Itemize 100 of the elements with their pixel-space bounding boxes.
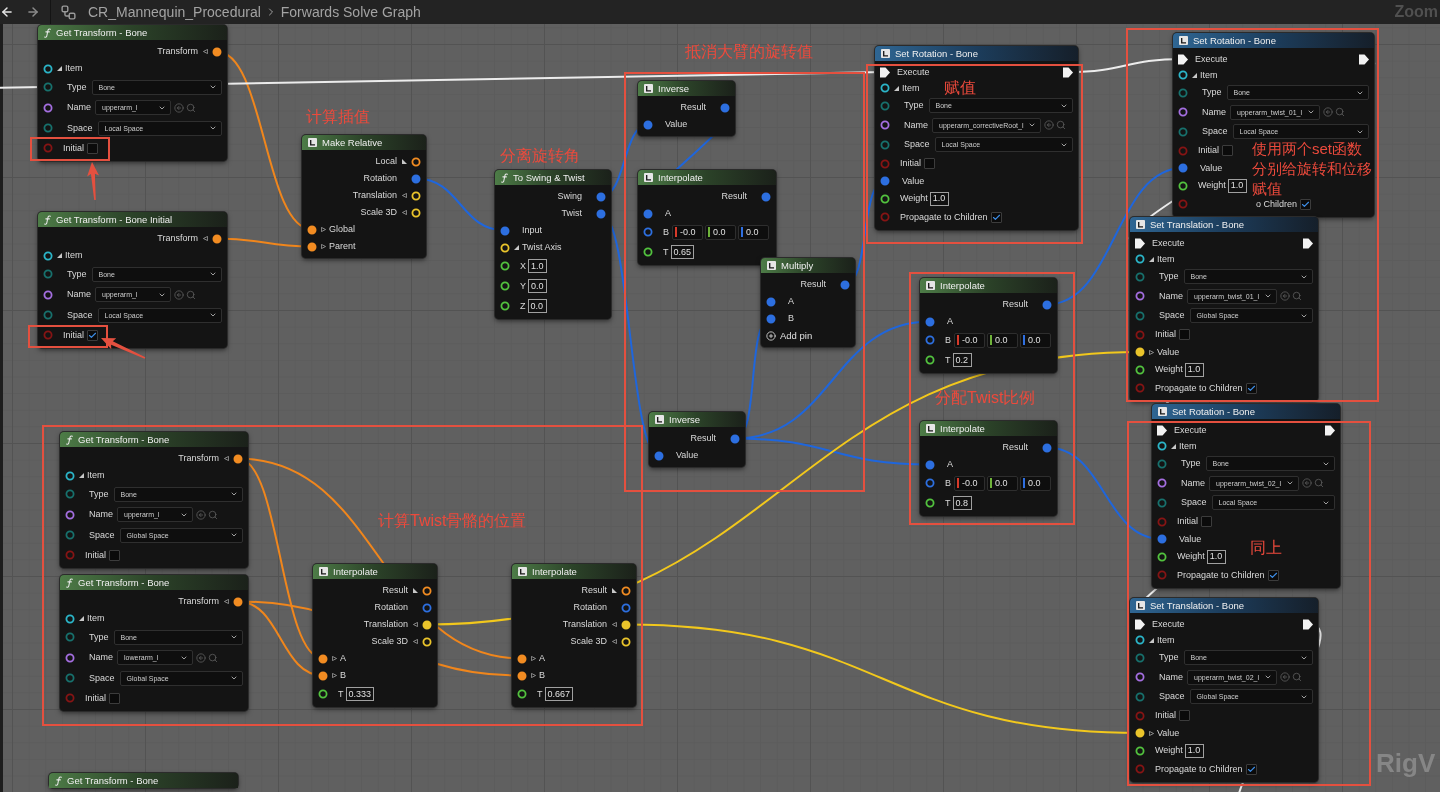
collapsed-arrow-icon[interactable]	[223, 599, 229, 604]
filled-pin-icon[interactable]	[318, 653, 328, 664]
collapsed-arrow-icon[interactable]	[611, 622, 617, 627]
expanded-arrow-icon[interactable]	[56, 253, 62, 258]
filled-pin-icon[interactable]	[233, 453, 243, 464]
collapsed-arrow-icon[interactable]	[401, 193, 407, 198]
breadcrumb-link[interactable]: CR_Mannequin_Procedural	[88, 5, 261, 19]
number-field[interactable]: 0.0	[527, 299, 547, 313]
expanded-arrow-icon[interactable]	[401, 159, 407, 164]
hollow-pin-icon[interactable]	[65, 509, 75, 520]
collapsed-arrow-icon[interactable]	[320, 244, 326, 249]
filled-pin-icon[interactable]	[517, 653, 527, 664]
number-field[interactable]: 0.65	[670, 245, 695, 259]
hollow-pin-icon[interactable]	[500, 261, 510, 271]
filled-pin-icon[interactable]	[318, 670, 328, 681]
filled-pin-icon[interactable]	[307, 241, 317, 252]
exec-pin-icon[interactable]	[1325, 424, 1335, 436]
hollow-pin-icon[interactable]	[880, 120, 890, 131]
expanded-arrow-icon[interactable]	[611, 588, 617, 593]
breadcrumb-link[interactable]: Forwards Solve Graph	[280, 5, 421, 19]
add-pin-button[interactable]: Add pin	[766, 330, 813, 341]
number-field[interactable]: 0.0	[987, 475, 1018, 491]
graph-node[interactable]: Get Transform - Bone	[49, 773, 238, 788]
collapsed-arrow-icon[interactable]	[331, 673, 337, 678]
graph-canvas[interactable]	[0, 24, 1440, 792]
hollow-pin-icon[interactable]	[65, 652, 75, 663]
collapsed-arrow-icon[interactable]	[530, 673, 536, 678]
hollow-pin-icon[interactable]	[517, 689, 527, 699]
collapsed-arrow-icon[interactable]	[223, 456, 229, 461]
collapsed-arrow-icon[interactable]	[1148, 730, 1154, 736]
hollow-pin-icon[interactable]	[880, 193, 890, 204]
collapsed-arrow-icon[interactable]	[320, 227, 326, 232]
collapsed-arrow-icon[interactable]	[202, 49, 208, 54]
checkbox[interactable]	[1179, 710, 1190, 722]
graph-node[interactable]: Interpolate Result Rotation Translation Scale 3D A B T 0.667	[512, 564, 636, 707]
hollow-pin-icon[interactable]	[1135, 291, 1145, 302]
hollow-pin-icon[interactable]	[43, 289, 53, 300]
hollow-pin-icon[interactable]	[925, 355, 935, 365]
graph-node[interactable]: Interpolate Result Rotation Translation Scale 3D A B T 0.333	[313, 564, 437, 707]
checkbox[interactable]	[1245, 763, 1257, 775]
hollow-pin-icon[interactable]	[1157, 551, 1167, 562]
hollow-pin-icon[interactable]	[880, 83, 890, 93]
graph-node[interactable]: Interpolate Result A B -0.0 0.0 0.0 T 0.65	[638, 170, 776, 265]
expanded-arrow-icon[interactable]	[56, 66, 62, 71]
hollow-pin-icon[interactable]	[411, 156, 421, 167]
graph-node[interactable]: Interpolate Result A B -0.0 0.0 0.0 T 0.8	[920, 421, 1057, 516]
hollow-pin-icon[interactable]	[621, 585, 631, 596]
checkbox[interactable]	[87, 329, 98, 341]
expanded-arrow-icon[interactable]	[412, 588, 418, 593]
expanded-arrow-icon[interactable]	[78, 473, 84, 478]
hollow-pin-icon[interactable]	[422, 585, 432, 596]
hollow-pin-icon[interactable]	[1157, 478, 1167, 489]
expanded-arrow-icon[interactable]	[1148, 256, 1154, 262]
filled-pin-icon[interactable]	[517, 670, 527, 681]
checkbox[interactable]	[924, 158, 935, 170]
checkbox[interactable]	[1201, 516, 1212, 528]
number-field[interactable]: 0.0	[1020, 475, 1051, 491]
exec-pin-icon[interactable]	[1157, 424, 1167, 436]
checkbox[interactable]	[1179, 329, 1190, 341]
filled-pin-icon[interactable]	[621, 619, 631, 630]
number-field[interactable]: 0.333	[345, 687, 375, 701]
checkbox[interactable]	[1267, 569, 1279, 581]
hollow-pin-icon[interactable]	[1157, 441, 1167, 451]
hollow-pin-icon[interactable]	[65, 613, 75, 624]
number-field[interactable]: -0.0	[672, 224, 703, 240]
number-field[interactable]: 0.0	[987, 332, 1018, 348]
filled-pin-icon[interactable]	[212, 233, 222, 244]
exec-pin-icon[interactable]	[880, 66, 890, 78]
hollow-pin-icon[interactable]	[1135, 364, 1145, 375]
hollow-pin-icon[interactable]	[43, 63, 53, 74]
hollow-pin-icon[interactable]	[500, 281, 510, 291]
graph-node[interactable]: Interpolate Result A B -0.0 0.0 0.0 T 0.2	[920, 278, 1057, 373]
collapsed-arrow-icon[interactable]	[331, 656, 337, 661]
hollow-pin-icon[interactable]	[43, 102, 53, 113]
hollow-pin-icon[interactable]	[318, 689, 328, 699]
number-field[interactable]: 0.0	[528, 279, 547, 293]
expanded-arrow-icon[interactable]	[513, 245, 519, 250]
collapsed-arrow-icon[interactable]	[412, 622, 418, 627]
expanded-arrow-icon[interactable]	[78, 616, 84, 621]
graph-node[interactable]: To Swing & Twist Swing Twist Input Twist Axis X 1.0 Y 0.0 Z 0.0	[495, 170, 611, 319]
graph-node[interactable]: Multiply Result A B Add pin	[761, 258, 855, 347]
expanded-arrow-icon[interactable]	[1148, 637, 1154, 643]
collapsed-arrow-icon[interactable]	[611, 639, 617, 644]
filled-pin-icon[interactable]	[1135, 347, 1145, 357]
filled-pin-icon[interactable]	[233, 596, 243, 607]
collapsed-arrow-icon[interactable]	[1148, 349, 1154, 355]
filled-pin-icon[interactable]	[1135, 728, 1145, 738]
hollow-pin-icon[interactable]	[500, 301, 510, 311]
exec-pin-icon[interactable]	[1063, 66, 1073, 78]
collapsed-arrow-icon[interactable]	[202, 236, 208, 241]
number-field[interactable]: 0.0	[738, 224, 769, 240]
number-field[interactable]: 1.0	[1184, 362, 1204, 377]
filled-pin-icon[interactable]	[212, 46, 222, 57]
exec-pin-icon[interactable]	[1303, 618, 1313, 630]
filled-pin-icon[interactable]	[422, 619, 432, 630]
number-field[interactable]: 0.0	[1020, 332, 1051, 348]
number-field[interactable]: -0.0	[954, 332, 985, 348]
checkbox[interactable]	[87, 142, 98, 154]
number-field[interactable]: 0.667	[544, 687, 574, 701]
hollow-pin-icon[interactable]	[643, 247, 653, 257]
